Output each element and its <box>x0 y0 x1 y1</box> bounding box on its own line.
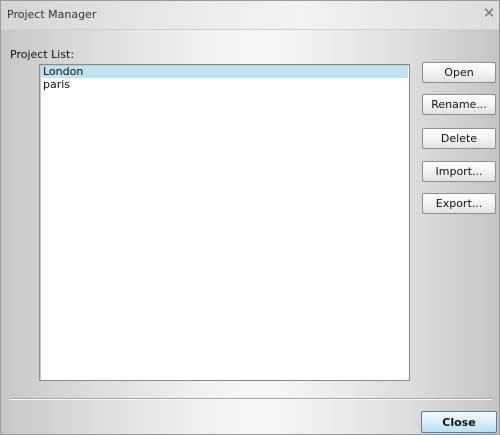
footer-separator <box>10 398 492 400</box>
window-title: Project Manager <box>7 8 97 21</box>
list-item-paris[interactable]: paris <box>41 79 408 91</box>
import-button[interactable]: Import... <box>422 161 496 182</box>
open-button[interactable]: Open <box>422 62 496 83</box>
title-bar[interactable]: Project Manager ✕ <box>1 1 499 30</box>
close-button[interactable]: Close <box>421 411 497 433</box>
project-list-label: Project List: <box>10 48 75 61</box>
project-listbox[interactable]: London paris <box>39 64 410 381</box>
list-item-london[interactable]: London <box>41 66 408 78</box>
project-manager-dialog: Project Manager ✕ Project List: London p… <box>0 0 500 435</box>
close-icon[interactable]: ✕ <box>481 5 497 21</box>
delete-button[interactable]: Delete <box>422 128 496 149</box>
rename-button[interactable]: Rename... <box>422 94 496 115</box>
export-button[interactable]: Export... <box>422 193 496 214</box>
